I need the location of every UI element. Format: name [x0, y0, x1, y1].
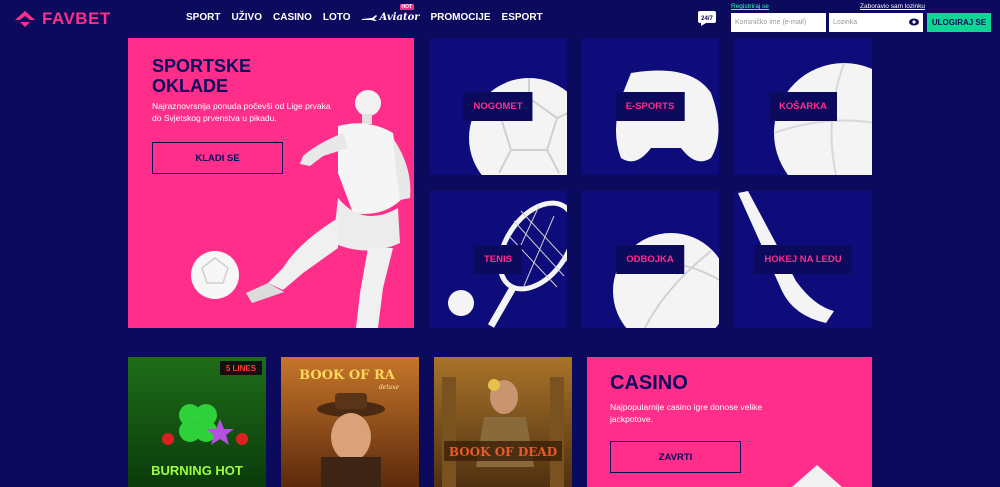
main-nav: SPORT UŽIVO CASINO LOTO Aviator HOT PROM…	[186, 4, 543, 23]
hot-badge: HOT	[399, 4, 415, 10]
sport-tile-tenis[interactable]: TENIS	[429, 191, 567, 328]
tile-label-esports: E-SPORTS	[615, 92, 685, 121]
top-header: FAVBET SPORT UŽIVO CASINO LOTO Aviator H…	[0, 0, 1000, 36]
game-card-book-of-ra[interactable]: BOOK OF RA deluxe	[281, 357, 419, 487]
book-of-ra-title: BOOK OF RA	[299, 368, 396, 383]
sport-tile-kosarka[interactable]: KOŠARKA	[734, 38, 872, 175]
register-link[interactable]: Registriraj se	[731, 3, 769, 10]
sports-hero-title: SPORTSKE OKLADE	[152, 56, 252, 96]
sport-tile-hokej[interactable]: HOKEJ NA LEDU	[734, 191, 872, 328]
sports-hero-description: Najraznovrsnija ponuda počevši od Lige p…	[152, 101, 331, 123]
zavrti-button[interactable]: ZAVRTI	[610, 441, 741, 473]
casino-hero-title: CASINO	[610, 372, 688, 394]
casino-hero-description: Najpopularnije casino igre donose velike…	[610, 402, 763, 424]
favbet-logo[interactable]: FAVBET	[14, 9, 111, 29]
casino-hero-card[interactable]: CASINO Najpopularnije casino igre donose…	[587, 357, 872, 487]
forgot-password-link[interactable]: Zaboravio sam lozinku	[860, 3, 925, 10]
book-of-dead-thumbnail: BOOK OF DEAD	[434, 357, 572, 487]
support-chat-icon[interactable]: 24/7	[697, 10, 717, 27]
tile-label-tenis: TENIS	[474, 245, 522, 274]
book-of-dead-title: BOOK OF DEAD	[449, 445, 557, 459]
burning-hot-title: BURNING HOT	[151, 463, 243, 478]
sport-tile-esports[interactable]: E-SPORTS	[581, 38, 719, 175]
game-card-burning-hot[interactable]: 5 LINES BURNING HOT	[128, 357, 266, 487]
login-button[interactable]: ULOGIRAJ SE	[927, 13, 991, 32]
nav-item-sport[interactable]: SPORT	[186, 12, 220, 23]
sports-hero-card[interactable]: SPORTSKE OKLADE Najraznovrsnija ponuda p…	[128, 38, 414, 328]
sport-tile-odbojka[interactable]: ODBOJKA	[581, 191, 719, 328]
favbet-logo-icon	[15, 11, 35, 27]
kladi-se-button[interactable]: KLADI SE	[152, 142, 283, 174]
burning-hot-badge: 5 LINES	[226, 364, 257, 373]
book-of-ra-thumbnail: BOOK OF RA deluxe	[281, 357, 419, 487]
username-placeholder: Korisničko ime (e-mail)	[735, 19, 807, 26]
tile-label-kosarka: KOŠARKA	[768, 92, 838, 121]
nav-item-promocije[interactable]: PROMOCIJE	[431, 12, 491, 23]
password-placeholder: Lozinka	[833, 19, 858, 26]
sport-tile-nogomet[interactable]: NOGOMET	[429, 38, 567, 175]
aviator-label: Aviator	[379, 12, 420, 23]
nav-item-loto[interactable]: LOTO	[323, 12, 351, 23]
tile-label-odbojka: ODBOJKA	[616, 245, 684, 274]
username-input[interactable]: Korisničko ime (e-mail)	[731, 13, 826, 32]
eye-icon[interactable]	[909, 18, 919, 26]
nav-item-casino[interactable]: CASINO	[273, 12, 312, 23]
tile-label-hokej: HOKEJ NA LEDU	[754, 245, 852, 274]
tile-label-nogomet: NOGOMET	[463, 92, 533, 121]
password-input[interactable]: Lozinka	[829, 13, 923, 32]
nav-item-uzivo[interactable]: UŽIVO	[231, 12, 262, 23]
chat-label: 24/7	[701, 16, 713, 22]
nav-item-esport[interactable]: ESPORT	[502, 12, 543, 23]
brand-name: FAVBET	[42, 9, 111, 28]
burning-hot-thumbnail: 5 LINES BURNING HOT	[128, 357, 266, 487]
dice-illustration	[792, 465, 842, 487]
game-card-book-of-dead[interactable]: BOOK OF DEAD	[434, 357, 572, 487]
nav-item-aviator[interactable]: Aviator HOT	[361, 4, 420, 23]
airplane-icon	[361, 14, 377, 21]
book-of-ra-subtitle: deluxe	[379, 384, 400, 391]
